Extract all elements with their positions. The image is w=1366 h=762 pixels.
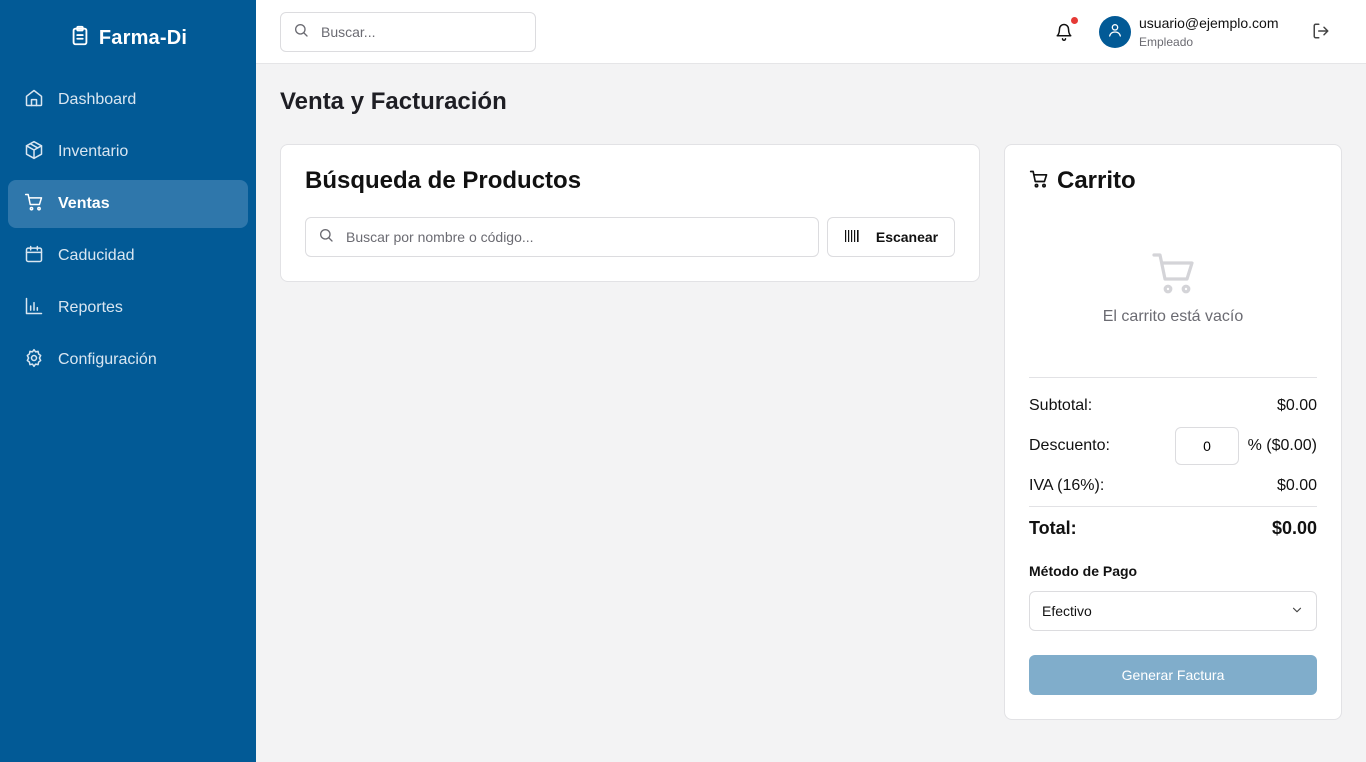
user-email: usuario@ejemplo.com — [1139, 15, 1279, 31]
sidebar-item-reportes[interactable]: Reportes — [8, 284, 248, 332]
total-value: $0.00 — [1271, 518, 1317, 538]
search-icon — [318, 227, 334, 248]
search-icon — [293, 22, 309, 43]
cart-icon — [1029, 169, 1049, 194]
global-search-input[interactable] — [321, 24, 521, 40]
notification-dot — [1071, 17, 1078, 24]
cart-title: Carrito — [1057, 167, 1136, 194]
scan-button-label: Escanear — [875, 229, 939, 245]
discount-input[interactable] — [1175, 427, 1239, 465]
sidebar-item-label: Dashboard — [58, 91, 137, 108]
empty-cart-icon — [1150, 249, 1198, 297]
notifications-button[interactable] — [1055, 17, 1078, 45]
sidebar-item-configuracion[interactable]: Configuración — [8, 336, 248, 384]
subtotal-value: $0.00 — [1276, 397, 1317, 414]
top-bar: usuario@ejemplo.com Empleado — [256, 0, 1366, 64]
total-label: Total: — [1029, 518, 1077, 538]
divider — [1029, 377, 1317, 378]
product-search-title: Búsqueda de Productos — [305, 167, 582, 194]
user-role: Empleado — [1139, 35, 1194, 49]
discount-label: Descuento: — [1029, 437, 1110, 454]
sidebar-item-label: Reportes — [58, 299, 123, 316]
sidebar-nav: Dashboard Inventario Ventas Caducidad Re… — [8, 76, 248, 388]
user-icon — [1107, 22, 1123, 43]
logout-button[interactable] — [1312, 22, 1332, 42]
settings-icon — [24, 348, 44, 373]
empty-cart-message: El carrito está vacío — [1102, 308, 1244, 325]
product-search-input[interactable] — [346, 229, 796, 245]
bar-chart-icon — [24, 296, 44, 321]
sidebar-item-label: Ventas — [58, 195, 110, 212]
sidebar-item-dashboard[interactable]: Dashboard — [8, 76, 248, 124]
scan-button[interactable]: Escanear — [827, 217, 955, 257]
clipboard-icon — [69, 25, 91, 52]
sidebar-item-ventas[interactable]: Ventas — [8, 180, 248, 228]
sidebar-item-inventario[interactable]: Inventario — [8, 128, 248, 176]
generate-invoice-button[interactable]: Generar Factura — [1029, 655, 1317, 695]
sidebar-item-label: Configuración — [58, 351, 157, 368]
tax-label: IVA (16%): — [1029, 477, 1105, 494]
package-icon — [24, 140, 44, 165]
cart-card: Carrito El carrito está vacío Subtotal: … — [1004, 144, 1342, 720]
payment-method-label: Método de Pago — [1029, 563, 1138, 579]
sidebar-item-caducidad[interactable]: Caducidad — [8, 232, 248, 280]
brand-name: Farma-Di — [98, 26, 188, 49]
sidebar-item-label: Inventario — [58, 143, 129, 160]
brand[interactable]: Farma-Di — [0, 24, 256, 52]
product-search-field[interactable] — [305, 217, 819, 257]
product-search-card: Búsqueda de Productos Escanear — [280, 144, 980, 282]
tax-value: $0.00 — [1276, 477, 1317, 494]
calendar-icon — [24, 244, 44, 269]
cart-icon — [24, 192, 44, 217]
payment-method-select[interactable]: Efectivo — [1029, 591, 1317, 631]
payment-method-value: Efectivo — [1042, 603, 1092, 619]
global-search[interactable] — [280, 12, 536, 52]
sidebar-item-label: Caducidad — [58, 247, 135, 264]
discount-amount: % ($0.00) — [1247, 437, 1317, 454]
page-title: Venta y Facturación — [280, 88, 507, 115]
home-icon — [24, 88, 44, 113]
subtotal-label: Subtotal: — [1029, 397, 1093, 414]
cart-header: Carrito — [1029, 167, 1136, 195]
chevron-down-icon — [1290, 603, 1304, 620]
logout-icon — [1312, 23, 1330, 44]
bell-icon — [1055, 23, 1073, 45]
divider — [1029, 506, 1317, 507]
avatar[interactable] — [1099, 16, 1131, 48]
sidebar: Farma-Di Dashboard Inventario Ventas Cad… — [0, 0, 256, 762]
barcode-icon — [844, 228, 860, 247]
